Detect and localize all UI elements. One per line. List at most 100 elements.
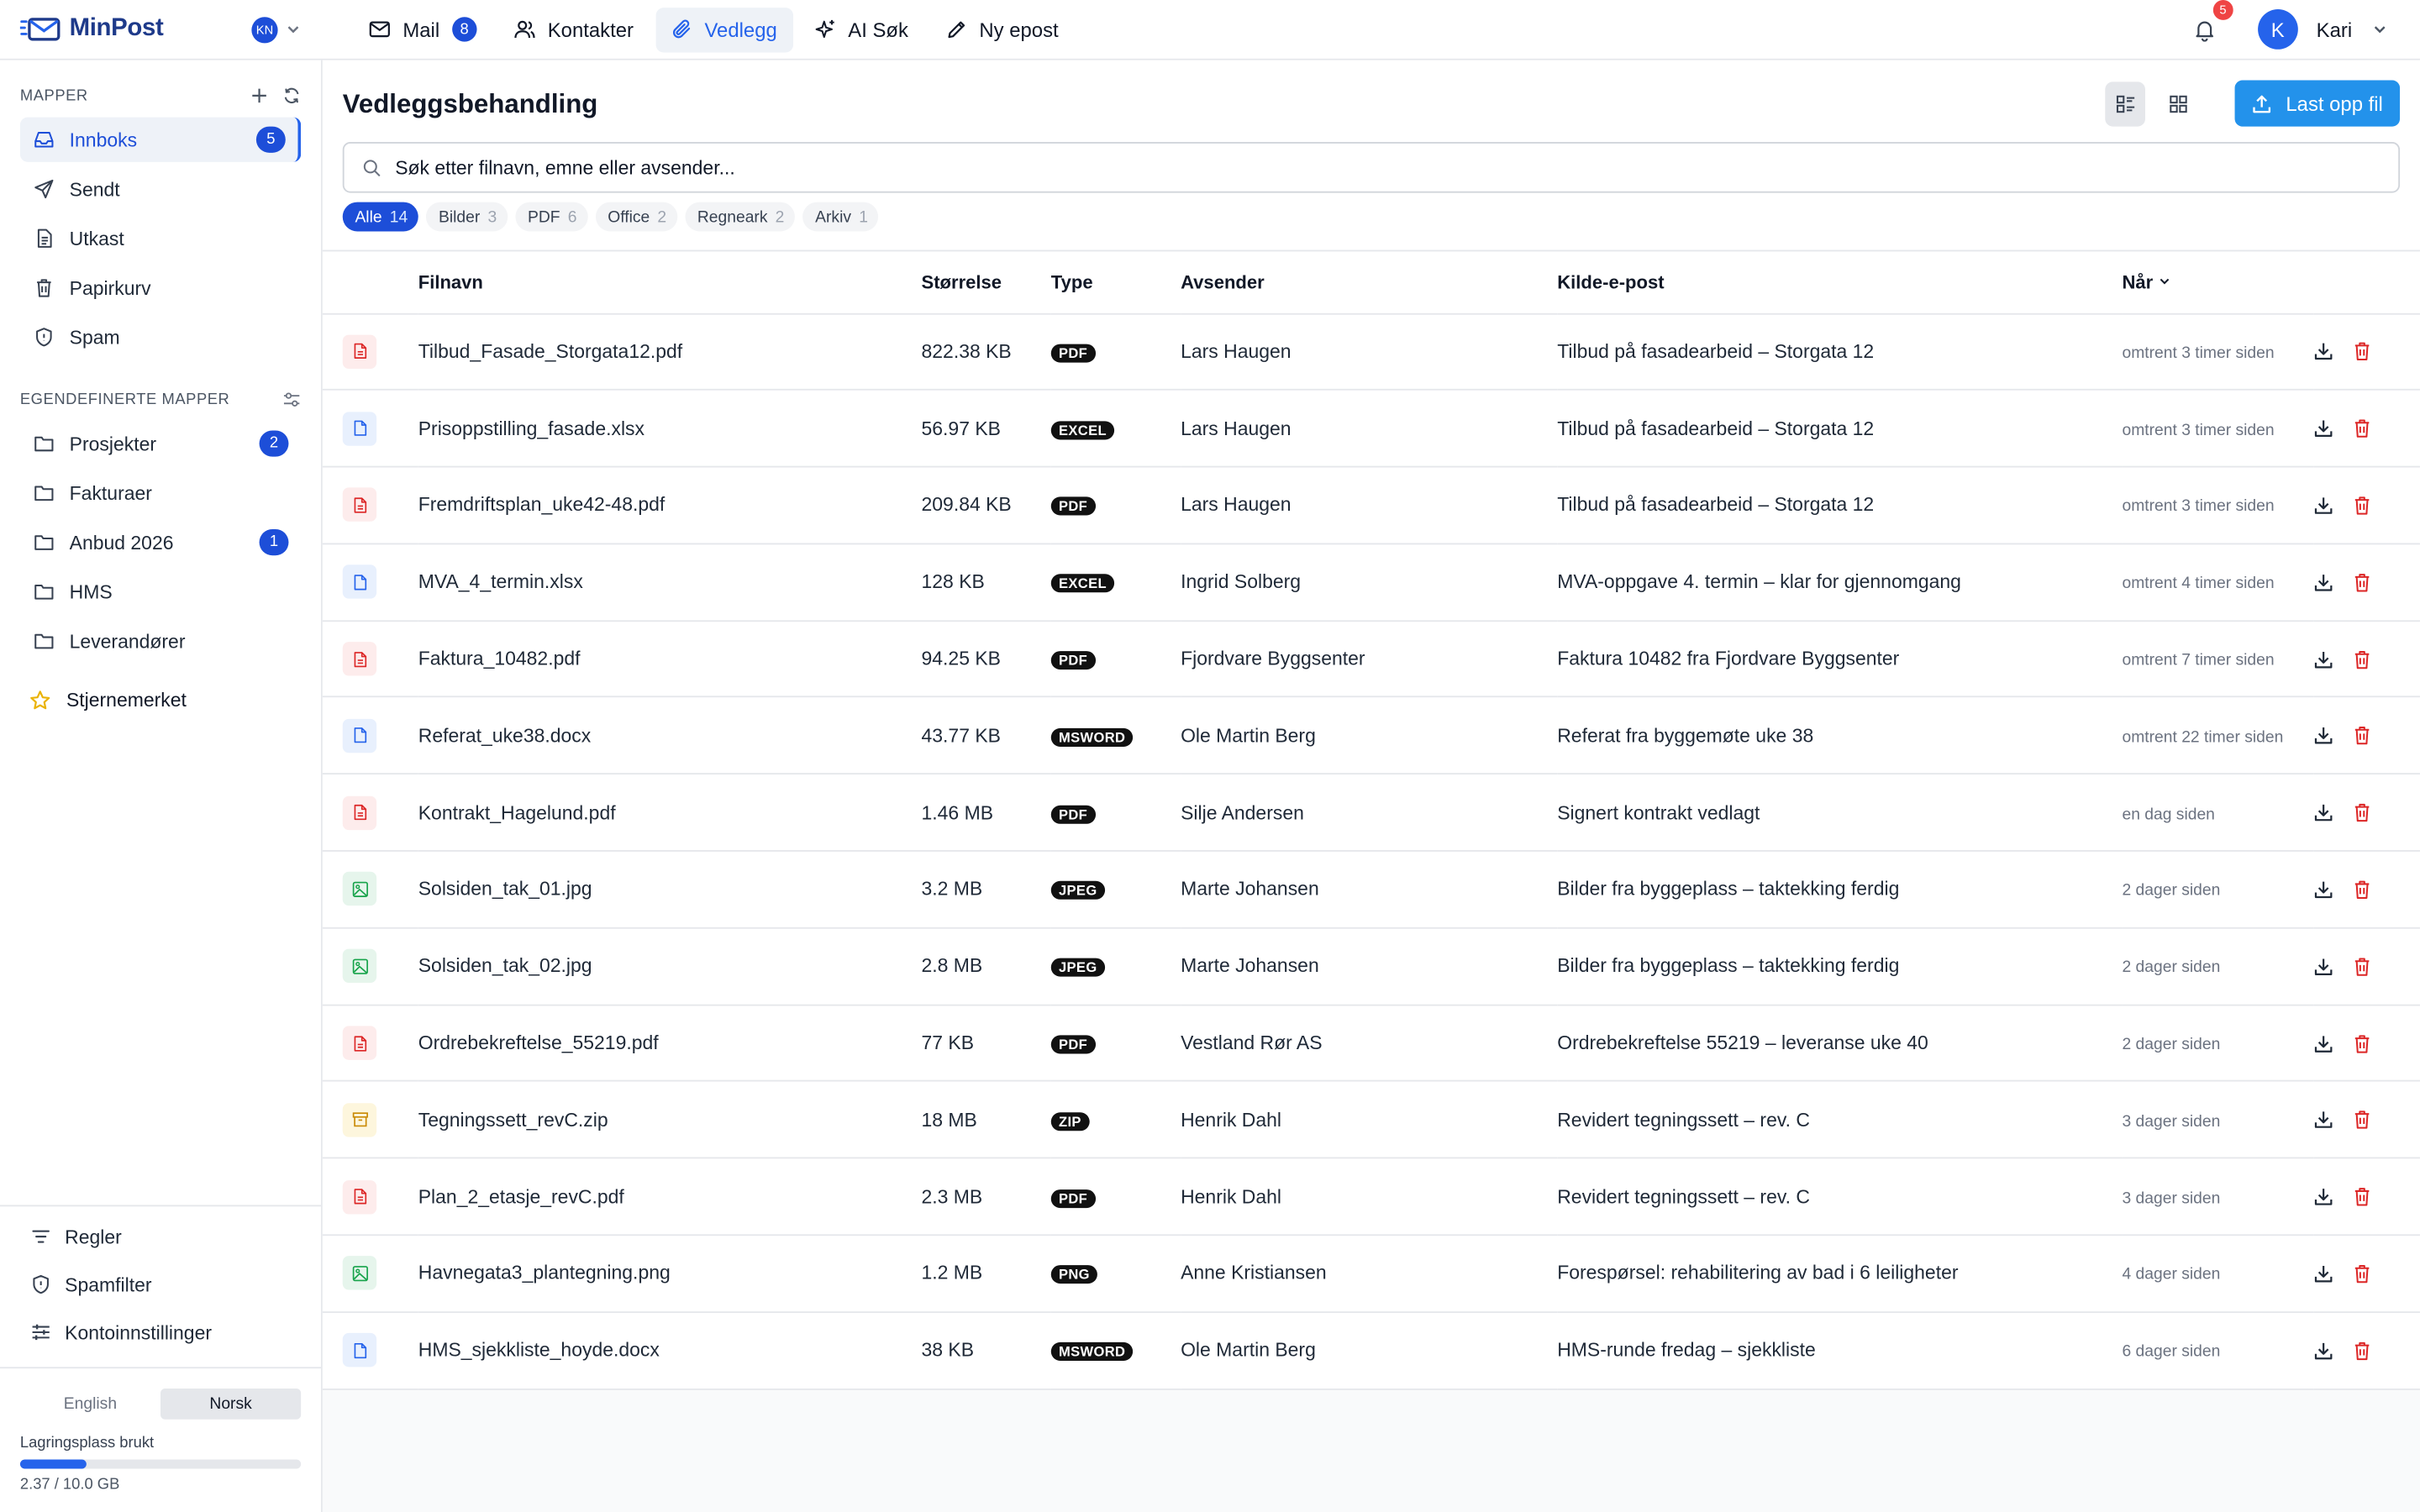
column-header-sender[interactable]: Avsender [1181,251,1558,314]
download-icon[interactable] [2313,572,2333,592]
table-row[interactable]: Prisoppstilling_fasade.xlsx 56.97 KB EXCEL… [322,390,2420,468]
source-email[interactable]: Tilbud på fasadearbeid – Storgata 12 [1557,466,2123,545]
sidebar-item-tender-2026[interactable]: Anbud 2026 1 [20,520,301,564]
download-icon[interactable] [2313,648,2333,669]
source-email[interactable]: HMS-runde fredag – sjekkliste [1557,1311,2123,1390]
delete-icon[interactable] [2352,879,2372,900]
download-icon[interactable] [2313,1263,2333,1284]
download-icon[interactable] [2313,802,2333,822]
source-email[interactable]: MVA-oppgave 4. termin – klar for gjennom… [1557,543,2123,622]
filter-chip-office[interactable]: Office 2 [595,202,677,232]
source-email[interactable]: Faktura 10482 fra Fjordvare Byggsenter [1557,620,2123,699]
sidebar-item-inbox[interactable]: Innboks 5 [19,117,302,162]
file-name[interactable]: Tilbud_Fasade_Storgata12.pdf [418,312,922,391]
list-view-button[interactable] [2105,81,2146,126]
table-row[interactable]: Plan_2_etasje_revC.pdf 2.3 MB PDF Henrik Da… [322,1158,2420,1236]
sidebar-item-trash[interactable]: Papirkurv [20,265,301,310]
delete-icon[interactable] [2352,1263,2372,1284]
source-email[interactable]: Tilbud på fasadearbeid – Storgata 12 [1557,390,2123,468]
nav-ai-search[interactable]: AI Søk [798,7,923,51]
table-row[interactable]: Ordrebekreftelse_55219.pdf 77 KB PDF Vestla… [322,1005,2420,1083]
sidebar-item-sent[interactable]: Sendt [20,166,301,211]
grid-view-button[interactable] [2158,81,2198,125]
table-row[interactable]: HMS_sjekkliste_hoyde.docx 38 KB MSWORD Ole … [322,1311,2420,1390]
download-icon[interactable] [2313,342,2333,362]
download-icon[interactable] [2313,1033,2333,1053]
file-name[interactable]: Referat_uke38.docx [418,697,922,775]
table-row[interactable]: Kontrakt_Hagelund.pdf 1.46 MB PDF Silje And… [322,774,2420,852]
file-name[interactable]: HMS_sjekkliste_hoyde.docx [418,1311,922,1390]
source-email[interactable]: Signert kontrakt vedlagt [1557,774,2123,852]
download-icon[interactable] [2313,879,2333,900]
download-icon[interactable] [2313,1187,2333,1207]
table-row[interactable]: Faktura_10482.pdf 94.25 KB PDF Fjordvare By… [322,620,2420,699]
table-row[interactable]: Solsiden_tak_02.jpg 2.8 MB JPEG Marte Johan… [322,927,2420,1005]
table-row[interactable]: MVA_4_termin.xlsx 128 KB EXCEL Ingrid Solbe… [322,543,2420,622]
search-input[interactable] [395,156,2248,179]
delete-icon[interactable] [2352,1033,2372,1053]
table-row[interactable]: Fremdriftsplan_uke42-48.pdf 209.84 KB PDF L… [322,466,2420,545]
table-row[interactable]: Referat_uke38.docx 43.77 KB MSWORD Ole Mart… [322,697,2420,775]
delete-icon[interactable] [2352,648,2372,669]
file-name[interactable]: Tegningssett_revC.zip [418,1081,922,1159]
delete-icon[interactable] [2352,726,2372,746]
delete-icon[interactable] [2352,496,2372,516]
file-name[interactable]: Solsiden_tak_02.jpg [418,927,922,1005]
file-name[interactable]: Faktura_10482.pdf [418,620,922,699]
sidebar-link-spamfilter[interactable]: Spamfilter [0,1261,321,1309]
nav-attachments[interactable]: Vedlegg [655,7,793,52]
file-name[interactable]: Plan_2_etasje_revC.pdf [418,1158,922,1236]
filter-chip-pdf[interactable]: PDF 6 [515,202,588,232]
delete-icon[interactable] [2352,956,2372,976]
file-name[interactable]: Havnegata3_plantegning.png [418,1235,922,1313]
sidebar-link-rules[interactable]: Regler [0,1213,321,1261]
delete-icon[interactable] [2352,1187,2372,1207]
file-name[interactable]: Solsiden_tak_01.jpg [418,851,922,929]
sidebar-link-account-settings[interactable]: Kontoinnstillinger [0,1309,321,1357]
sidebar-item-projects[interactable]: Prosjekter 2 [20,421,301,465]
delete-icon[interactable] [2352,342,2372,362]
source-email[interactable]: Revidert tegningssett – rev. C [1557,1158,2123,1236]
column-header-filename[interactable]: Filnavn [418,251,922,314]
file-name[interactable]: Kontrakt_Hagelund.pdf [418,774,922,852]
source-email[interactable]: Bilder fra byggeplass – taktekking ferdi… [1557,851,2123,929]
filter-chip-spreadsheets[interactable]: Regneark 2 [685,202,796,232]
table-row[interactable]: Solsiden_tak_01.jpg 3.2 MB JPEG Marte Johan… [322,851,2420,929]
language-norsk[interactable]: Norsk [160,1389,302,1420]
sidebar-item-drafts[interactable]: Utkast [20,216,301,260]
download-icon[interactable] [2313,1110,2333,1130]
column-header-type[interactable]: Type [1050,251,1181,314]
sidebar-item-starred[interactable]: Stjernemerket [29,682,301,719]
source-email[interactable]: Revidert tegningssett – rev. C [1557,1081,2123,1159]
filter-chip-images[interactable]: Bilder 3 [426,202,508,232]
filter-chip-archive[interactable]: Arkiv 1 [802,202,879,232]
upload-file-button[interactable]: Last opp fil [2234,80,2401,127]
user-menu[interactable]: K Kari [2242,9,2389,50]
file-name[interactable]: Prisoppstilling_fasade.xlsx [418,390,922,468]
delete-icon[interactable] [2352,802,2372,822]
notifications-button[interactable]: 5 [2190,0,2233,45]
filter-chip-all[interactable]: Alle 14 [342,202,419,232]
app-logo[interactable]: MinPost [19,15,252,43]
file-name[interactable]: Fremdriftsplan_uke42-48.pdf [418,466,922,545]
download-icon[interactable] [2313,496,2333,516]
column-header-when[interactable]: Når [2122,251,2314,314]
table-row[interactable]: Tegningssett_revC.zip 18 MB ZIP Henrik Dahl… [322,1081,2420,1159]
column-header-size[interactable]: Størrelse [921,251,1051,314]
language-english[interactable]: English [20,1389,160,1420]
file-name[interactable]: Ordrebekreftelse_55219.pdf [418,1005,922,1083]
nav-contacts[interactable]: Kontakter [498,7,649,51]
plus-icon[interactable] [250,87,269,105]
delete-icon[interactable] [2352,1341,2372,1361]
source-email[interactable]: Ordrebekreftelse 55219 – leveranse uke 4… [1557,1005,2123,1083]
sidebar-item-invoices[interactable]: Fakturaer [20,470,301,515]
source-email[interactable]: Tilbud på fasadearbeid – Storgata 12 [1557,312,2123,391]
refresh-icon[interactable] [282,87,301,105]
delete-icon[interactable] [2352,572,2372,592]
download-icon[interactable] [2313,1341,2333,1361]
sidebar-item-suppliers[interactable]: Leverandører [20,619,301,664]
source-email[interactable]: Referat fra byggemøte uke 38 [1557,697,2123,775]
sidebar-item-spam[interactable]: Spam [20,315,301,360]
table-row[interactable]: Tilbud_Fasade_Storgata12.pdf 822.38 KB PDF… [322,312,2420,391]
nav-mail[interactable]: Mail 8 [354,7,492,51]
